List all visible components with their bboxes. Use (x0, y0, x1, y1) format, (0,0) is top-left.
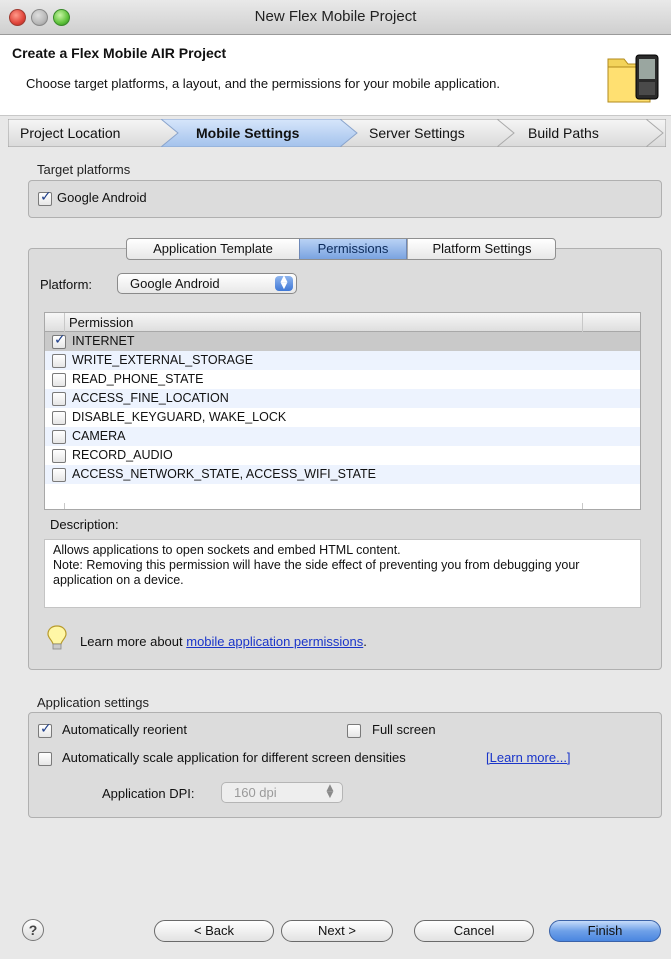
breadcrumb-project-location[interactable]: Project Location (8, 119, 158, 147)
permission-column-header: Permission (69, 315, 134, 330)
target-platforms-label: Target platforms (37, 162, 131, 177)
auto-scale-label: Automatically scale application for diff… (62, 750, 406, 765)
application-dpi-select[interactable]: 160 dpi ▲ ▼ (221, 782, 343, 803)
permission-checkbox[interactable] (52, 449, 66, 463)
permissions-table-header: Permission (45, 313, 640, 332)
wizard-description: Choose target platforms, a layout, and t… (26, 76, 501, 91)
next-button[interactable]: Next > (281, 920, 393, 942)
mobile-permissions-link[interactable]: mobile application permissions (186, 634, 363, 649)
google-android-checkbox[interactable] (38, 189, 52, 206)
permission-row[interactable]: RECORD_AUDIO (45, 446, 640, 465)
breadcrumb-mobile-settings[interactable]: Mobile Settings (178, 119, 338, 147)
permission-row[interactable]: INTERNET (45, 332, 640, 351)
permissions-table[interactable]: Permission INTERNET WRITE_EXTERNAL_STORA… (44, 312, 641, 510)
permission-checkbox[interactable] (52, 468, 66, 482)
folder-device-icon (607, 54, 659, 103)
permission-row[interactable]: ACCESS_FINE_LOCATION (45, 389, 640, 408)
description-text: Allows applications to open sockets and … (53, 543, 633, 588)
platform-select[interactable]: Google Android ▲ ▼ (117, 273, 297, 294)
permission-checkbox[interactable] (52, 411, 66, 425)
application-dpi-label: Application DPI: (102, 786, 195, 801)
description-line-2: Note: Removing this permission will have… (53, 558, 580, 587)
tab-application-template[interactable]: Application Template (127, 239, 299, 259)
lightbulb-icon (47, 625, 67, 650)
permission-row-empty (45, 484, 640, 503)
platform-label: Platform: (40, 277, 93, 292)
inner-tab-bar: Application Template Permissions Platfor… (126, 238, 556, 260)
tab-platform-settings[interactable]: Platform Settings (407, 239, 555, 259)
wizard-breadcrumb: Project Location Mobile Settings Server … (8, 119, 666, 147)
permission-row[interactable]: WRITE_EXTERNAL_STORAGE (45, 351, 640, 370)
help-button[interactable]: ? (22, 919, 44, 941)
title-bar: New Flex Mobile Project (0, 0, 671, 35)
full-screen-checkbox[interactable] (347, 724, 361, 738)
permission-name: CAMERA (72, 429, 126, 443)
learn-more-suffix: . (363, 634, 367, 649)
permission-checkbox[interactable] (52, 430, 66, 444)
application-settings-label: Application settings (37, 695, 150, 710)
auto-reorient-checkbox[interactable] (38, 721, 52, 738)
cancel-button[interactable]: Cancel (414, 920, 534, 942)
permission-checkbox[interactable] (52, 392, 66, 406)
permission-name: WRITE_EXTERNAL_STORAGE (72, 353, 254, 367)
permission-row[interactable]: DISABLE_KEYGUARD, WAKE_LOCK (45, 408, 640, 427)
breadcrumb-server-settings[interactable]: Server Settings (358, 119, 498, 147)
description-line-1: Allows applications to open sockets and … (53, 543, 401, 557)
finish-button[interactable]: Finish (549, 920, 661, 942)
learn-more-prefix: Learn more about (80, 634, 187, 649)
permission-row[interactable]: READ_PHONE_STATE (45, 370, 640, 389)
platform-select-value: Google Android (130, 276, 220, 291)
wizard-title: Create a Flex Mobile AIR Project (12, 45, 227, 61)
permission-checkbox[interactable] (52, 354, 66, 368)
application-settings-group: Automatically reorient Full screen Autom… (28, 712, 662, 818)
popup-arrows-icon: ▲ ▼ (275, 275, 293, 291)
google-android-label: Google Android (57, 190, 147, 205)
target-platforms-group: Google Android (28, 180, 662, 218)
dialog-window: New Flex Mobile Project Create a Flex Mo… (0, 0, 671, 959)
learn-more-text: Learn more about mobile application perm… (80, 634, 367, 649)
application-dpi-value: 160 dpi (234, 785, 277, 800)
breadcrumb-build-paths[interactable]: Build Paths (514, 119, 644, 147)
description-label: Description: (50, 517, 119, 532)
permission-row[interactable]: ACCESS_NETWORK_STATE, ACCESS_WIFI_STATE (45, 465, 640, 484)
permission-name: READ_PHONE_STATE (72, 372, 204, 386)
auto-reorient-label: Automatically reorient (62, 722, 187, 737)
window-title: New Flex Mobile Project (254, 8, 417, 25)
permission-checkbox[interactable] (52, 373, 66, 387)
permission-checkbox[interactable] (52, 332, 66, 349)
popup-arrows-icon: ▲ ▼ (326, 783, 334, 800)
permission-name: RECORD_AUDIO (72, 448, 173, 462)
permission-name: INTERNET (72, 334, 135, 348)
back-button[interactable]: < Back (154, 920, 274, 942)
tab-permissions[interactable]: Permissions (299, 239, 407, 259)
permission-name: ACCESS_NETWORK_STATE, ACCESS_WIFI_STATE (72, 467, 376, 481)
permission-name: ACCESS_FINE_LOCATION (72, 391, 229, 405)
permission-row[interactable]: CAMERA (45, 427, 640, 446)
full-screen-label: Full screen (372, 722, 436, 737)
auto-scale-checkbox[interactable] (38, 752, 52, 766)
wizard-header: Create a Flex Mobile AIR Project Choose … (0, 35, 671, 116)
description-box: Allows applications to open sockets and … (44, 539, 641, 608)
permission-name: DISABLE_KEYGUARD, WAKE_LOCK (72, 410, 287, 424)
learn-more-scale-link[interactable]: [Learn more...] (486, 750, 571, 765)
